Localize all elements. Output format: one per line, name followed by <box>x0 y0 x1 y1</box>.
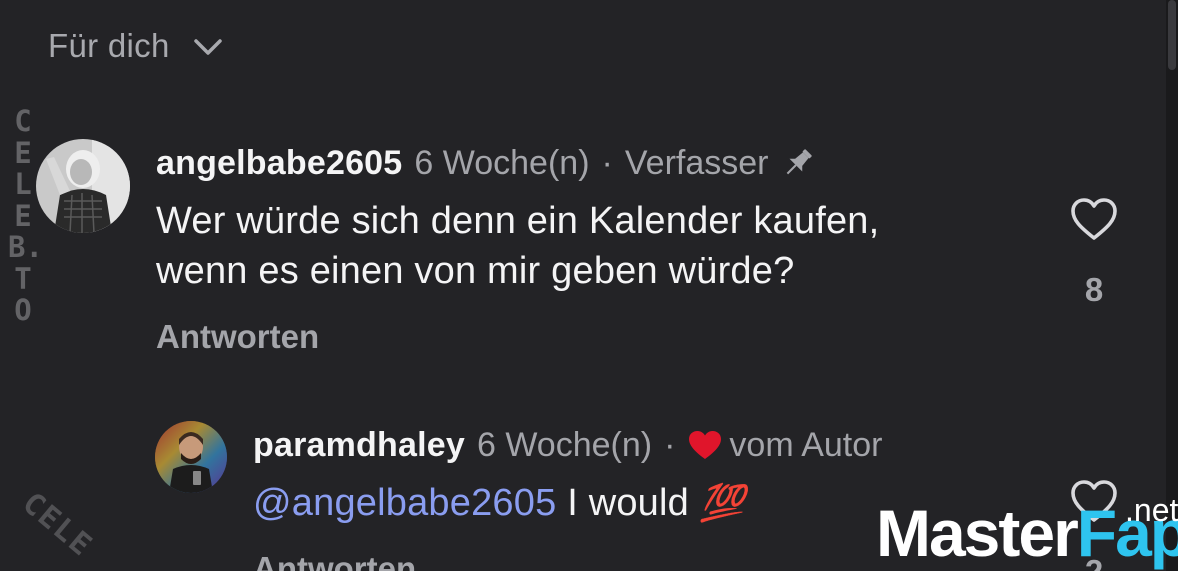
pin-icon <box>787 149 813 175</box>
like-control: 8 <box>1064 196 1124 309</box>
meta-separator: · <box>664 425 676 464</box>
comment-meta: angelbabe2605 6 Woche(n) · Verfasser <box>156 142 816 184</box>
reply-text: I would <box>556 482 700 524</box>
brand-suffix: .net <box>1125 492 1178 528</box>
watermark-celeb: CELEB.TO <box>8 104 43 327</box>
reply-button[interactable]: Antworten <box>253 550 416 571</box>
like-count: 8 <box>1084 271 1104 308</box>
reply-button[interactable]: Antworten <box>156 318 319 356</box>
comment-body: Wer würde sich denn ein Kalender kaufen,… <box>156 196 879 296</box>
comment-text-line: Wer würde sich denn ein Kalender kaufen, <box>156 200 880 242</box>
heart-outline-icon[interactable] <box>1069 196 1119 242</box>
liked-by-author-label: vom Autor <box>729 425 883 464</box>
scrollbar-thumb[interactable] <box>1168 0 1176 70</box>
scrollbar[interactable] <box>1166 0 1178 571</box>
brand-main: Master <box>876 496 1079 570</box>
comment-time: 6 Woche(n) <box>414 143 590 182</box>
chevron-down-icon <box>193 38 222 55</box>
reply-body: @angelbabe2605 I would 💯 <box>253 478 745 528</box>
avatar[interactable] <box>155 421 227 493</box>
reply-time: 6 Woche(n) <box>476 425 653 464</box>
comment-username[interactable]: angelbabe2605 <box>156 144 402 183</box>
meta-separator: · <box>601 143 613 182</box>
watermark-celeb-bottom: CELE <box>15 485 100 565</box>
mention-link[interactable]: @angelbabe2605 <box>253 482 556 524</box>
comment-text-line: wenn es einen von mir geben würde? <box>156 250 795 292</box>
hundred-emoji: 💯 <box>699 482 745 523</box>
reply-meta: paramdhaley 6 Woche(n) · vom Autor <box>253 424 883 466</box>
reply-username[interactable]: paramdhaley <box>253 426 465 465</box>
feed-selector[interactable]: Für dich <box>48 27 224 65</box>
heart-filled-icon <box>689 431 722 459</box>
feed-title: Für dich <box>48 27 170 64</box>
author-badge: Verfasser <box>624 143 769 182</box>
brand-watermark: MasterFap .net <box>876 492 1178 571</box>
avatar[interactable] <box>36 139 130 233</box>
